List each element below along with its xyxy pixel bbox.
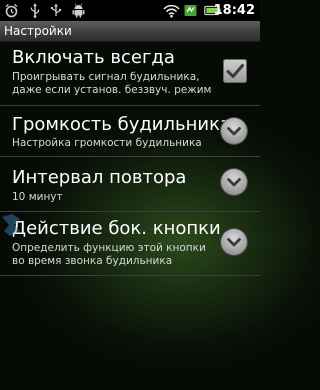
status-bar[interactable]: 18:42 <box>0 0 260 21</box>
pref-summary: Проигрывать сигнал будильника, <box>12 71 200 83</box>
watermark-logo-icon <box>2 214 20 236</box>
android-icon <box>72 3 85 18</box>
pref-summary: Настройка громкости будильника <box>12 137 202 149</box>
title-bar: Настройки <box>0 21 260 42</box>
pref-summary: 10 минут <box>12 191 63 203</box>
checkmark-icon <box>226 64 244 78</box>
pref-title: Действие бок. кнопки <box>12 218 221 239</box>
pref-alarm-volume[interactable]: Громкость будильника Настройка громкости… <box>0 106 260 154</box>
sync-icon <box>184 5 197 16</box>
chevron-down-icon <box>227 127 241 136</box>
clock: 18:42 <box>213 3 255 18</box>
chevron-down-icon <box>227 238 241 247</box>
pref-side-button-action[interactable]: Действие бок. кнопки Определить функцию … <box>0 212 260 274</box>
pref-title: Включать всегда <box>12 47 175 68</box>
divider <box>0 275 260 276</box>
alarm-icon <box>5 3 18 18</box>
side-button-action-dropdown-button[interactable] <box>221 229 247 255</box>
usb-icon <box>30 3 40 18</box>
pref-always-on[interactable]: Включать всегда Проигрывать сигнал будил… <box>0 42 260 104</box>
snooze-interval-dropdown-button[interactable] <box>221 169 247 195</box>
pref-title: Интервал повтора <box>12 167 187 188</box>
pref-summary: Определить функцию этой кнопки <box>12 242 206 254</box>
alarm-volume-dropdown-button[interactable] <box>221 118 247 144</box>
pref-summary: во время звонка будильника <box>12 255 173 267</box>
wifi-icon <box>163 4 180 18</box>
pref-summary: даже если установ. беззвуч. режим <box>12 84 212 96</box>
chevron-down-icon <box>227 178 241 187</box>
pref-title: Громкость будильника <box>12 114 231 135</box>
always-on-checkbox[interactable] <box>223 59 247 83</box>
page-title: Настройки <box>4 24 72 38</box>
usb-debug-icon <box>51 4 62 16</box>
pref-snooze-interval[interactable]: Интервал повтора 10 минут <box>0 157 260 209</box>
